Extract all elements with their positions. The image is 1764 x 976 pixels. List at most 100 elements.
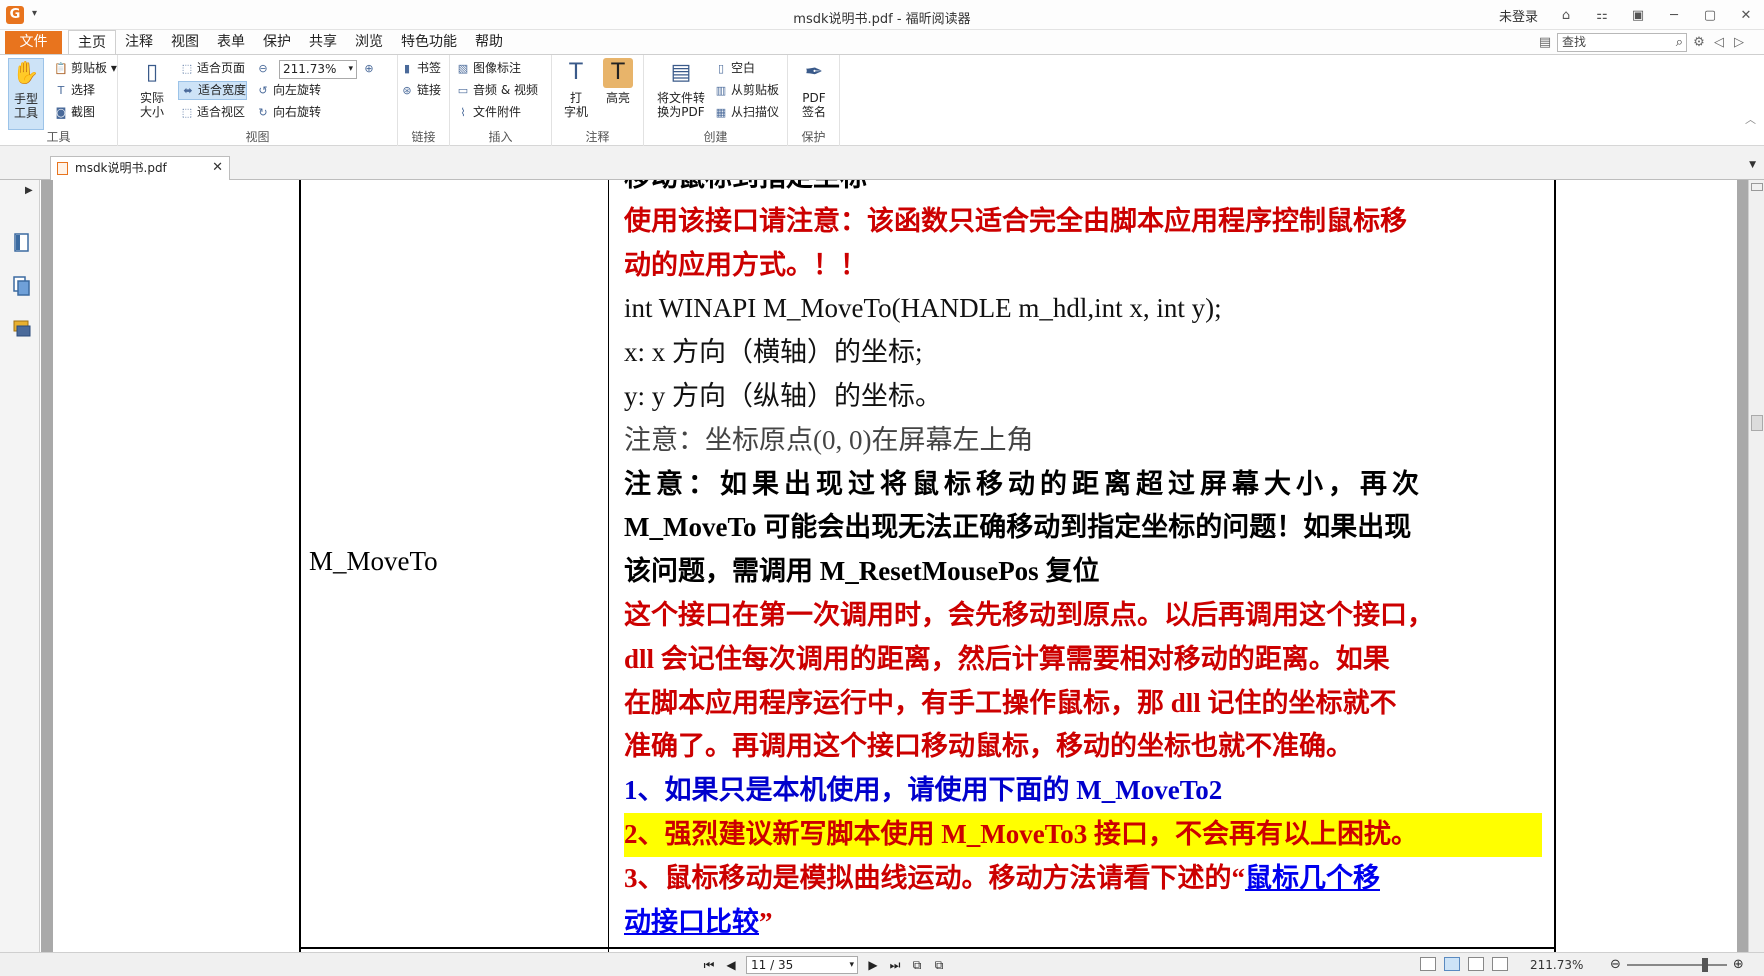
- zoom-out-button[interactable]: ⊖: [254, 59, 273, 78]
- first-page-icon[interactable]: ⏮: [702, 958, 716, 973]
- snapshot-button[interactable]: ◙ 截图: [52, 103, 95, 122]
- find-folder-icon[interactable]: ▤: [1537, 35, 1553, 51]
- zoom-select[interactable]: 211.73% ▾: [279, 60, 357, 79]
- bookmarks-panel-icon[interactable]: [12, 232, 32, 254]
- link-button[interactable]: ⊛ 链接: [398, 81, 441, 100]
- audio-video-button[interactable]: ▭ 音频 & 视频: [454, 81, 538, 100]
- from-scanner-button[interactable]: ▦ 从扫描仪: [712, 103, 779, 122]
- pdf-sign-button[interactable]: ✒ PDF 签名: [794, 58, 834, 119]
- actual-size-button[interactable]: ▯ 实际 大小: [132, 58, 172, 119]
- compare-link-part-2[interactable]: 动接口比较: [624, 907, 759, 937]
- nav-back-icon[interactable]: ◁: [1711, 35, 1727, 51]
- scrollbar-thumb[interactable]: [1751, 415, 1763, 431]
- group-create: ▤ 将文件转 换为PDF ▯ 空白 ▥ 从剪贴板 ▦ 从扫描仪 创建: [644, 55, 788, 147]
- apps-grid-icon[interactable]: ⚏: [1594, 8, 1610, 23]
- zoom-out-icon[interactable]: ⊖: [1610, 957, 1621, 972]
- tab-view[interactable]: 视图: [162, 30, 208, 54]
- zoom-in-icon[interactable]: ⊕: [1733, 957, 1744, 972]
- single-page-view-icon[interactable]: [1420, 957, 1436, 971]
- warning-line-2: 动的应用方式。！！: [624, 249, 867, 280]
- pdf-file-icon: [57, 162, 68, 175]
- layout-icon[interactable]: ▣: [1630, 8, 1646, 23]
- tab-browse[interactable]: 浏览: [346, 30, 392, 54]
- function-signature: int WINAPI M_MoveTo(HANDLE m_hdl,int x, …: [624, 293, 1222, 324]
- expand-panel-icon[interactable]: ▶: [25, 185, 33, 196]
- file-menu-button[interactable]: 文件: [5, 31, 62, 54]
- ribbon-collapse-icon[interactable]: ︿: [1745, 111, 1756, 127]
- vertical-scrollbar[interactable]: [1748, 180, 1764, 952]
- convert-to-pdf-button[interactable]: ▤ 将文件转 换为PDF: [652, 58, 710, 119]
- settings-gear-icon[interactable]: ⚙: [1691, 35, 1707, 51]
- tab-close-icon[interactable]: ✕: [212, 157, 223, 179]
- table-border-bottom: [299, 947, 1556, 949]
- text-select-icon: T: [57, 84, 65, 97]
- minimize-icon[interactable]: ─: [1666, 8, 1682, 23]
- continuous-view-icon[interactable]: [1444, 957, 1460, 971]
- next-page-icon[interactable]: ▶: [866, 958, 880, 972]
- search-input[interactable]: 查找 ⌕: [1557, 33, 1687, 52]
- description-cell: 移动鼠标到指定坐标 使用该接口请注意：该函数只适合完全由脚本应用程序控制鼠标移 …: [624, 180, 1542, 944]
- tab-help[interactable]: 帮助: [466, 30, 512, 54]
- maximize-icon[interactable]: ▢: [1702, 8, 1718, 23]
- typewriter-button[interactable]: T 打字机: [556, 58, 596, 119]
- warning-line-1: 使用该接口请注意：该函数只适合完全由脚本应用程序控制鼠标移: [624, 205, 1407, 236]
- hand-tool-button[interactable]: ✋ 手型 工具: [8, 58, 44, 130]
- tip-2-highlighted: 2、强烈建议新写脚本使用 M_MoveTo3 接口，不会再有以上困扰。: [624, 812, 1542, 857]
- fit-width-button[interactable]: ⬌ 适合宽度: [178, 81, 248, 100]
- bookmark-button[interactable]: ▮ 书签: [398, 59, 441, 78]
- clipboard-button[interactable]: 📋 剪贴板 ▾: [52, 59, 117, 78]
- close-icon[interactable]: ✕: [1738, 8, 1754, 23]
- fit-page-button[interactable]: ⬚ 适合页面: [178, 59, 245, 78]
- actual-size-label: 实际 大小: [139, 91, 164, 119]
- login-status[interactable]: 未登录: [1499, 6, 1538, 25]
- comments-panel-icon[interactable]: [12, 318, 32, 340]
- group-label-create: 创建: [703, 130, 728, 144]
- next-view-icon[interactable]: ⧉: [932, 958, 946, 973]
- prev-view-icon[interactable]: ⧉: [910, 958, 924, 973]
- document-tab[interactable]: msdk说明书.pdf ✕: [50, 156, 230, 180]
- search-icon[interactable]: ⌕: [1676, 34, 1683, 51]
- page-number-input[interactable]: 11 / 35 ▾: [746, 956, 858, 974]
- typewriter-label: 打字机: [563, 91, 588, 119]
- hand-tool-label: 手型 工具: [13, 92, 38, 120]
- rotate-right-button[interactable]: ↻ 向右旋转: [254, 103, 321, 122]
- fit-visible-button[interactable]: ⬚ 适合视区: [178, 103, 245, 122]
- tab-form[interactable]: 表单: [208, 30, 254, 54]
- tab-comment[interactable]: 注释: [116, 30, 162, 54]
- highlight-button[interactable]: T 高亮: [598, 58, 638, 105]
- image-annotation-button[interactable]: ▧ 图像标注: [454, 59, 521, 78]
- clipboard-pdf-icon: ▥: [715, 84, 727, 97]
- behavior-line-3: 在脚本应用程序运行中，有手工操作鼠标，那 dll 记住的坐标就不: [624, 687, 1397, 718]
- tab-home[interactable]: 主页: [68, 30, 116, 54]
- behavior-line-1: 这个接口在第一次调用时，会先移动到原点。以后再调用这个接口，: [624, 599, 1434, 630]
- tab-list-dropdown-icon[interactable]: ▼: [1749, 160, 1756, 170]
- group-label-view: 视图: [245, 130, 270, 144]
- skin-icon[interactable]: ⌂: [1558, 8, 1574, 23]
- rotate-left-button[interactable]: ↺ 向左旋转: [254, 81, 321, 100]
- zoom-knob[interactable]: [1701, 957, 1708, 972]
- facing-view-icon[interactable]: [1468, 957, 1484, 971]
- document-viewport[interactable]: M_MoveTo 移动鼠标到指定坐标 使用该接口请注意：该函数只适合完全由脚本应…: [41, 180, 1748, 952]
- tab-share[interactable]: 共享: [300, 30, 346, 54]
- zoom-in-button[interactable]: ⊕: [360, 59, 379, 78]
- pages-panel-icon[interactable]: [12, 275, 32, 297]
- split-view-handle[interactable]: [1751, 183, 1763, 191]
- select-button[interactable]: T 选择: [52, 81, 95, 100]
- document-tab-label: msdk说明书.pdf: [75, 161, 167, 175]
- prev-page-icon[interactable]: ◀: [724, 958, 738, 972]
- fit-page-icon: ⬚: [181, 62, 193, 75]
- last-page-icon[interactable]: ⏭: [888, 958, 902, 973]
- from-clipboard-button[interactable]: ▥ 从剪贴板: [712, 81, 779, 100]
- tab-features[interactable]: 特色功能: [392, 30, 466, 54]
- compare-link-part-1[interactable]: 鼠标几个移: [1245, 863, 1380, 893]
- ribbon-tabs: 主页 注释 视图 表单 保护 共享 浏览 特色功能 帮助: [68, 30, 512, 54]
- continuous-facing-view-icon[interactable]: [1492, 957, 1508, 971]
- nav-forward-icon[interactable]: ▷: [1731, 35, 1747, 51]
- zoom-level[interactable]: 211.73%: [1530, 958, 1583, 972]
- zoom-track[interactable]: [1626, 957, 1727, 972]
- tab-protect[interactable]: 保护: [254, 30, 300, 54]
- file-attachment-button[interactable]: ⌇ 文件附件: [454, 103, 521, 122]
- group-links: ▮ 书签 ⊛ 链接 链接: [398, 55, 450, 147]
- chevron-down-icon: ▾: [849, 960, 854, 970]
- blank-button[interactable]: ▯ 空白: [712, 59, 755, 78]
